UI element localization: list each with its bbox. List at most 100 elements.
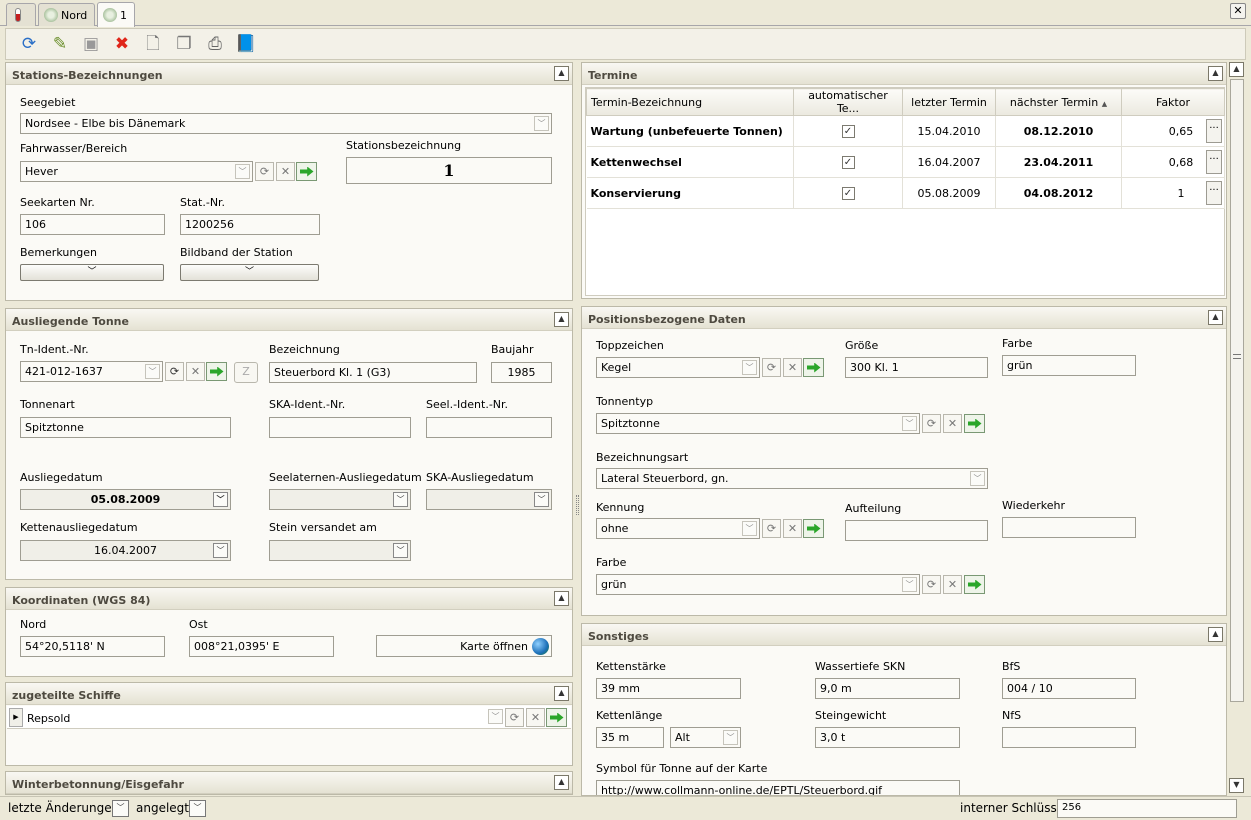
refresh-icon[interactable]: ⟳ [762,519,781,538]
auto-checkbox[interactable]: ✓ [841,187,855,200]
clear-icon[interactable]: ✕ [783,519,802,538]
save-icon[interactable]: ▣ [80,33,102,55]
bildband-button[interactable]: ﹀ [180,264,319,281]
tab-home[interactable] [6,3,36,26]
refresh-icon[interactable]: ⟳ [922,575,941,594]
groesse-field[interactable]: 300 Kl. 1 [845,357,988,378]
chevron-down-icon[interactable]: ﹀ [902,577,917,592]
clear-icon[interactable]: ✕ [186,362,205,381]
collapse-icon[interactable]: ▲ [554,66,569,81]
column-naechster-termin[interactable]: nächster Termin ▲ [995,88,1122,116]
clear-icon[interactable]: ✕ [276,162,295,181]
go-arrow-icon[interactable] [964,414,985,433]
vertical-scrollbar[interactable]: ▲ ▼ [1229,62,1245,795]
book-icon[interactable]: 📘 [235,33,257,55]
chevron-down-icon[interactable]: ﹀ [213,492,228,507]
chevron-down-icon[interactable]: ﹀ [393,543,408,558]
chevron-down-icon[interactable]: ﹀ [189,800,206,817]
bfs-field[interactable]: 004 / 10 [1002,678,1136,699]
bemerkungen-button[interactable]: ﹀ [20,264,164,281]
chevron-down-icon[interactable]: ﹀ [742,360,757,375]
chevron-down-icon[interactable]: ﹀ [970,471,985,486]
kennung-select[interactable]: ohne ﹀ [596,518,760,539]
farbe2-select[interactable]: grün ﹀ [596,574,920,595]
refresh-icon[interactable]: ⟳ [18,33,40,55]
stein-date[interactable]: ﹀ [269,540,411,561]
auto-checkbox[interactable]: ✓ [841,125,855,138]
column-faktor[interactable]: Faktor [1121,88,1225,116]
copy-document-icon[interactable]: ❐ [173,33,195,55]
chevron-down-icon[interactable]: ﹀ [112,800,129,817]
nord-field[interactable]: 54°20,5118' N [20,636,165,657]
delete-icon[interactable]: ✖ [111,33,133,55]
tnident-select[interactable]: 421-012-1637 ﹀ [20,361,163,382]
go-arrow-icon[interactable] [803,519,824,538]
column-termin-bezeichnung[interactable]: Termin-Bezeichnung [586,88,794,116]
bezart-select[interactable]: Lateral Steuerbord, gn. ﹀ [596,468,988,489]
seel-field[interactable] [426,417,552,438]
seekarten-field[interactable]: 106 [20,214,165,235]
collapse-icon[interactable]: ▲ [554,312,569,327]
chevron-down-icon[interactable]: ﹀ [145,364,160,379]
clear-icon[interactable]: ✕ [943,575,962,594]
alt-select[interactable]: Alt ﹀ [670,727,741,748]
scrollbar-thumb[interactable] [1230,79,1244,702]
collapse-icon[interactable]: ▲ [1208,66,1223,81]
clear-icon[interactable]: ✕ [526,708,545,727]
ausliege-date[interactable]: 05.08.2009 ﹀ [20,489,231,510]
seelaternen-date[interactable]: ﹀ [269,489,411,510]
refresh-icon[interactable]: ⟳ [255,162,274,181]
tonnentyp-select[interactable]: Spitztonne ﹀ [596,413,920,434]
tab-nord[interactable]: Nord [38,3,95,26]
refresh-icon[interactable]: ⟳ [505,708,524,727]
table-row[interactable]: Kettenwechsel ✓ 16.04.2007 23.04.2011 0,… [586,146,1225,178]
aufteilung-field[interactable] [845,520,988,541]
scroll-down-icon[interactable]: ▼ [1229,778,1244,793]
kettenstaerke-field[interactable]: 39 mm [596,678,741,699]
refresh-icon[interactable]: ⟳ [165,362,184,381]
chevron-down-icon[interactable]: ﹀ [534,116,549,131]
baujahr-field[interactable]: 1985 [491,362,552,383]
tab-one[interactable]: 1 [97,2,135,27]
new-document-icon[interactable]: 🗋 [142,33,164,55]
schiffe-row[interactable] [7,706,571,729]
farbe1-field[interactable]: grün [1002,355,1136,376]
print-icon[interactable]: ⎙ [204,33,226,55]
kettenlaenge-field[interactable]: 35 m [596,727,664,748]
clear-icon[interactable]: ✕ [783,358,802,377]
ketten-date[interactable]: 16.04.2007 ﹀ [20,540,231,561]
edit-icon[interactable]: ✎ [49,33,71,55]
splitter-handle[interactable] [576,495,579,515]
chevron-down-icon[interactable]: ﹀ [488,709,503,724]
nfs-field[interactable] [1002,727,1136,748]
karte-button[interactable]: Karte öffnen [376,635,552,657]
chevron-down-icon[interactable]: ﹀ [723,730,738,745]
interner-schluessel-field[interactable]: 256 [1057,799,1237,818]
refresh-icon[interactable]: ⟳ [762,358,781,377]
wassertiefe-field[interactable]: 9,0 m [815,678,960,699]
fahrwasser-select[interactable]: Hever ﹀ [20,161,253,182]
chevron-down-icon[interactable]: ﹀ [213,543,228,558]
auto-checkbox[interactable]: ✓ [841,156,855,169]
ost-field[interactable]: 008°21,0395' E [189,636,334,657]
go-arrow-icon[interactable] [206,362,227,381]
table-row[interactable]: Konservierung ✓ 05.08.2009 04.08.2012 1 ·… [586,177,1225,209]
go-arrow-icon[interactable] [964,575,985,594]
seegebiet-select[interactable]: Nordsee - Elbe bis Dänemark ﹀ [20,113,552,134]
collapse-icon[interactable]: ▲ [554,775,569,790]
statnr-field[interactable]: 1200256 [180,214,320,235]
chevron-down-icon[interactable]: ﹀ [235,164,250,179]
more-icon[interactable]: ··· [1206,181,1222,205]
refresh-icon[interactable]: ⟳ [922,414,941,433]
column-automatischer-termin[interactable]: automatischer Te... [793,88,903,116]
go-arrow-icon[interactable] [803,358,824,377]
clear-icon[interactable]: ✕ [943,414,962,433]
collapse-icon[interactable]: ▲ [1208,627,1223,642]
symbol-field[interactable]: http://www.collmann-online.de/EPTL/Steue… [596,780,960,795]
z-button[interactable]: Z [234,362,258,383]
go-arrow-icon[interactable] [296,162,317,181]
stationsbezeichnung-field[interactable]: 1 [346,157,552,184]
chevron-down-icon[interactable]: ﹀ [534,492,549,507]
steingewicht-field[interactable]: 3,0 t [815,727,960,748]
collapse-icon[interactable]: ▲ [1208,310,1223,325]
